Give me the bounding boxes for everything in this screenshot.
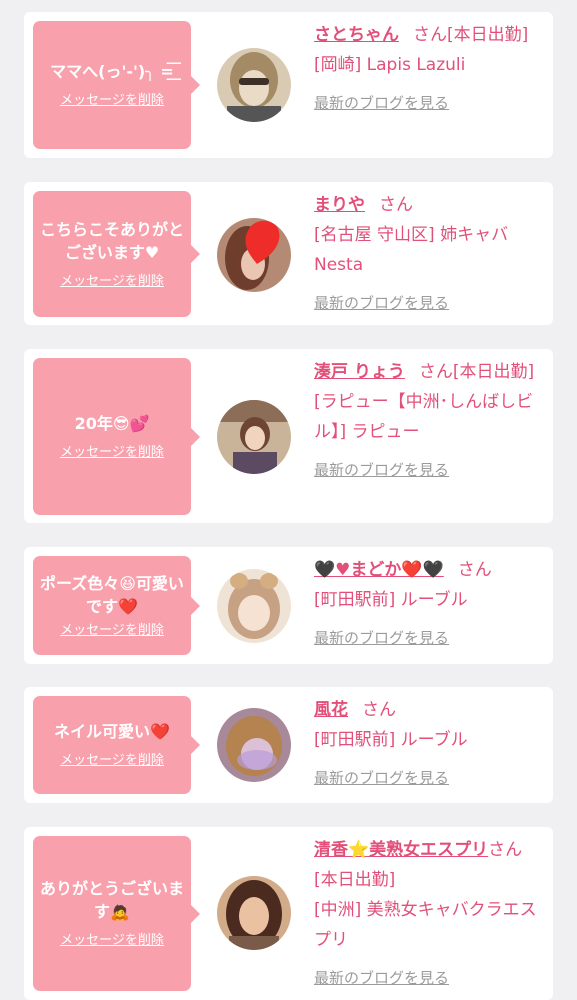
message-bubble: 20年😎💕 メッセージを削除 [33,358,200,515]
shop-label: [町田駅前] ルーブル [314,590,468,610]
honorific: さん [379,195,413,215]
sender-name-link[interactable]: 清香⭐️美熟女エスプリ [314,840,488,860]
attendance-status: [本日出勤] [452,362,535,382]
latest-blog-link[interactable]: 最新のブログを見る [314,623,449,653]
sender-name-link[interactable]: まりや [314,195,365,215]
avatar[interactable] [217,876,291,950]
message-bubble: こちらこそありがとございます♥ メッセージを削除 [33,191,200,317]
avatar-photo [217,48,291,122]
message-card: ありがとうございます🙇 メッセージを削除 清香⭐️美熟女エスプリさん [本日出勤]… [24,827,553,1000]
latest-blog-link[interactable]: 最新のブログを見る [314,88,449,118]
sender-info: 湊戸 りょう さん[本日出勤] [ラピュー【中洲･しんばしビル】] ラピュー 最新… [314,357,542,485]
delete-message-link[interactable]: メッセージを削除 [60,444,164,462]
message-text: 20年😎💕 [74,413,150,433]
message-card: ママへ(っ'-')╮ =͟͟͞͞ メッセージを削除 さとちゃん さん[本日出勤] … [24,12,553,158]
sender-info: 風花 さん [町田駅前] ルーブル 最新のブログを見る [314,695,542,793]
message-bubble: ありがとうございます🙇 メッセージを削除 [33,836,200,991]
honorific: さん [418,362,453,382]
avatar[interactable] [217,708,291,782]
avatar-photo [217,708,291,782]
delete-message-link[interactable]: メッセージを削除 [60,622,164,640]
avatar-photo [217,400,291,474]
delete-message-link[interactable]: メッセージを削除 [60,932,164,950]
message-bubble: ママへ(っ'-')╮ =͟͟͞͞ メッセージを削除 [33,21,200,149]
message-card: ポーズ色々😆可愛いです❤️ メッセージを削除 🖤♥まどか❤️🖤 さん [町田駅前]… [24,547,553,664]
avatar-photo [217,569,291,643]
avatar[interactable] [217,48,291,122]
delete-message-link[interactable]: メッセージを削除 [60,273,164,291]
message-card: ネイル可愛い❤️ メッセージを削除 風花 さん [町田駅前] ルーブル 最新のブロ… [24,687,553,803]
shop-label: [町田駅前] ルーブル [314,730,468,750]
latest-blog-link[interactable]: 最新のブログを見る [314,288,449,318]
sender-info: 清香⭐️美熟女エスプリさん [本日出勤] [中洲] 美熟女キャバクラエスプリ 最新… [314,835,542,993]
message-text: ネイル可愛い❤️ [54,722,170,741]
avatar[interactable] [217,218,291,292]
avatar[interactable] [217,569,291,643]
attendance-status: [本日出勤] [447,25,529,45]
honorific: さん [457,560,492,580]
avatar[interactable] [217,400,291,474]
message-text: ママへ(っ'-')╮ =͟͟͞͞ [50,62,174,81]
shop-label: [ラピュー【中洲･しんばしビル】] ラピュー [314,392,534,442]
sender-info: 🖤♥まどか❤️🖤 さん [町田駅前] ルーブル 最新のブログを見る [314,555,542,653]
delete-message-link[interactable]: メッセージを削除 [60,752,164,770]
sender-info: さとちゃん さん[本日出勤] [岡崎] Lapis Lazuli 最新のブログを見… [314,20,542,118]
latest-blog-link[interactable]: 最新のブログを見る [314,963,449,993]
message-card: 20年😎💕 メッセージを削除 湊戸 りょう さん[本日出勤] [ラピュー【中洲･し… [24,349,553,523]
sender-info: まりや さん [名古屋 守山区] 姉キャバ Nesta 最新のブログを見る [314,190,542,318]
avatar-photo [217,876,291,950]
message-text: ありがとうございます🙇 [40,879,185,921]
shop-label: [中洲] 美熟女キャバクラエスプリ [314,900,537,950]
sender-name-link[interactable]: 🖤♥まどか❤️🖤 [314,560,444,580]
message-bubble: ネイル可愛い❤️ メッセージを削除 [33,696,200,794]
message-bubble: ポーズ色々😆可愛いです❤️ メッセージを削除 [33,556,200,655]
sender-name-link[interactable]: 風花 [314,700,348,720]
message-text: こちらこそありがとございます♥ [40,219,185,262]
shop-label: [名古屋 守山区] 姉キャバ Nesta [314,225,509,275]
sender-name-link[interactable]: さとちゃん [314,25,399,45]
honorific: さん [362,700,396,720]
latest-blog-link[interactable]: 最新のブログを見る [314,763,449,793]
sender-name-link[interactable]: 湊戸 りょう [314,362,405,382]
attendance-status: [本日出勤] [314,870,396,890]
honorific: さん [488,840,523,860]
message-card: こちらこそありがとございます♥ メッセージを削除 まりや さん [名古屋 守山区]… [24,182,553,325]
message-text: ポーズ色々😆可愛いです❤️ [40,573,184,616]
honorific: さん [413,25,447,45]
shop-label: [岡崎] Lapis Lazuli [314,55,466,75]
latest-blog-link[interactable]: 最新のブログを見る [314,455,449,485]
delete-message-link[interactable]: メッセージを削除 [60,92,164,110]
avatar-photo [217,218,291,292]
